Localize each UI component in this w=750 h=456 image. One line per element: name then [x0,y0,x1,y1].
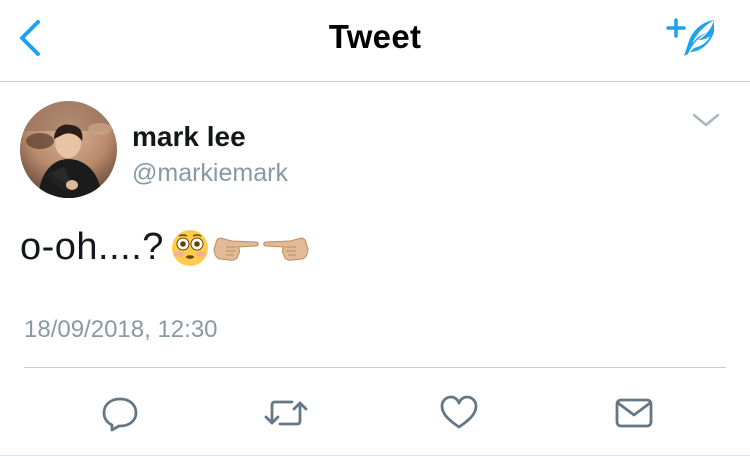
reply-button[interactable] [98,391,142,435]
reply-icon [102,397,138,432]
chevron-down-icon [692,113,720,127]
heart-icon [440,395,478,429]
tweet-timestamp: 18/09/2018, 12:30 [24,316,218,343]
flushed-face-emoji-icon [171,229,208,266]
hand-pointing-left-icon [263,237,309,261]
author-name[interactable]: mark lee [132,121,246,153]
page-title: Tweet [328,18,422,55]
compose-tweet-icon [666,18,714,56]
avatar-photo [20,101,117,198]
like-button[interactable] [437,391,481,435]
retweet-icon [264,400,308,426]
author-handle[interactable]: @markiemark [132,159,288,188]
hand-pointing-right-icon [213,237,259,261]
avatar[interactable] [20,101,117,198]
retweet-button[interactable] [264,391,308,435]
share-button[interactable] [612,391,656,435]
nav-bar: Tweet [0,0,750,82]
tweet-text: o-oh....? [20,226,310,269]
mail-icon [615,398,653,428]
tweet-body: o-oh....? [20,226,164,268]
compose-tweet-button[interactable] [664,14,724,62]
more-options-button[interactable] [690,109,722,131]
tweet-detail: mark lee @markiemark o-oh....? 18/09/201… [0,83,750,456]
action-bar [0,383,750,439]
divider [24,367,726,368]
